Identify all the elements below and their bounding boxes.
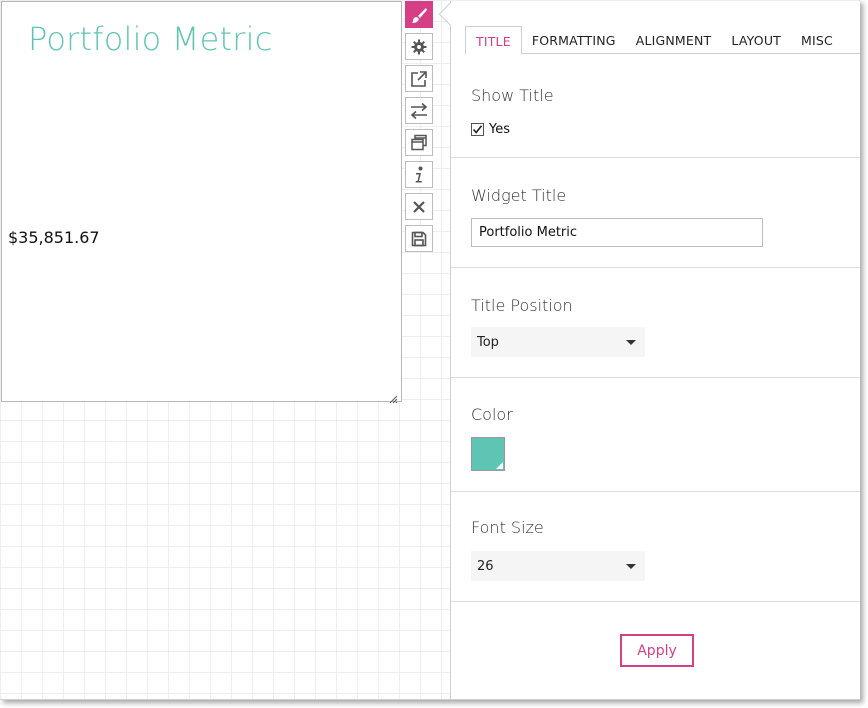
- title-position-section: Title Position Top: [451, 268, 860, 378]
- close-icon: [412, 200, 426, 214]
- apply-button[interactable]: Apply: [620, 634, 694, 667]
- show-title-section: Show Title Yes: [451, 55, 860, 158]
- save-icon: [411, 231, 427, 247]
- tab-layout[interactable]: LAYOUT: [721, 26, 791, 54]
- show-title-checkbox[interactable]: [471, 123, 484, 136]
- chevron-down-icon: [626, 564, 636, 569]
- settings-tabs: TITLE FORMATTING ALIGNMENT LAYOUT MISC: [465, 26, 860, 55]
- title-position-select[interactable]: Top: [471, 327, 645, 357]
- widget-title-section: Widget Title: [451, 158, 860, 268]
- info-icon: [411, 166, 427, 184]
- tab-misc[interactable]: MISC: [791, 26, 843, 54]
- duplicate-button[interactable]: [405, 129, 433, 156]
- font-size-label: Font Size: [471, 518, 544, 537]
- panel-pointer: [438, 2, 462, 26]
- checkmark-icon: [472, 120, 483, 139]
- color-picker-corner-icon: [496, 462, 503, 469]
- title-position-label: Title Position: [471, 296, 573, 315]
- remove-widget-button[interactable]: [405, 193, 433, 220]
- metric-widget[interactable]: Portfolio Metric $35,851.67: [1, 1, 402, 404]
- gear-icon: [411, 39, 427, 55]
- open-external-button[interactable]: [405, 65, 433, 92]
- tab-alignment[interactable]: ALIGNMENT: [626, 26, 722, 54]
- save-button[interactable]: [405, 225, 433, 252]
- title-position-value: Top: [477, 335, 499, 350]
- tab-title[interactable]: TITLE: [465, 26, 522, 55]
- widget-title-input[interactable]: [471, 218, 763, 247]
- show-title-label: Show Title: [471, 86, 554, 105]
- font-size-section: Font Size 26: [451, 492, 860, 602]
- resize-handle-icon[interactable]: [389, 389, 398, 404]
- show-title-option[interactable]: Yes: [471, 122, 510, 137]
- style-button[interactable]: [405, 1, 433, 28]
- info-button[interactable]: [405, 161, 433, 188]
- paintbrush-icon: [410, 6, 428, 24]
- settings-button[interactable]: [405, 33, 433, 60]
- swap-button[interactable]: [405, 97, 433, 124]
- font-size-select[interactable]: 26: [471, 551, 645, 581]
- dashboard-canvas: Portfolio Metric $35,851.67 TITLE FORMAT…: [0, 0, 860, 700]
- font-size-value: 26: [477, 559, 494, 574]
- duplicate-icon: [410, 134, 428, 152]
- color-section: Color: [451, 378, 860, 492]
- widget-toolbar: [405, 1, 433, 257]
- widget-settings-panel: TITLE FORMATTING ALIGNMENT LAYOUT MISC S…: [438, 1, 860, 699]
- show-title-checkbox-label: Yes: [489, 122, 510, 137]
- tab-formatting[interactable]: FORMATTING: [522, 26, 626, 54]
- widget-value: $35,851.67: [8, 228, 100, 247]
- widget-title: Portfolio Metric: [28, 20, 273, 58]
- color-label: Color: [471, 405, 513, 424]
- color-swatch[interactable]: [471, 437, 505, 471]
- external-link-icon: [410, 70, 428, 88]
- widget-title-label: Widget Title: [471, 186, 567, 205]
- chevron-down-icon: [626, 340, 636, 345]
- swap-arrows-icon: [409, 102, 429, 120]
